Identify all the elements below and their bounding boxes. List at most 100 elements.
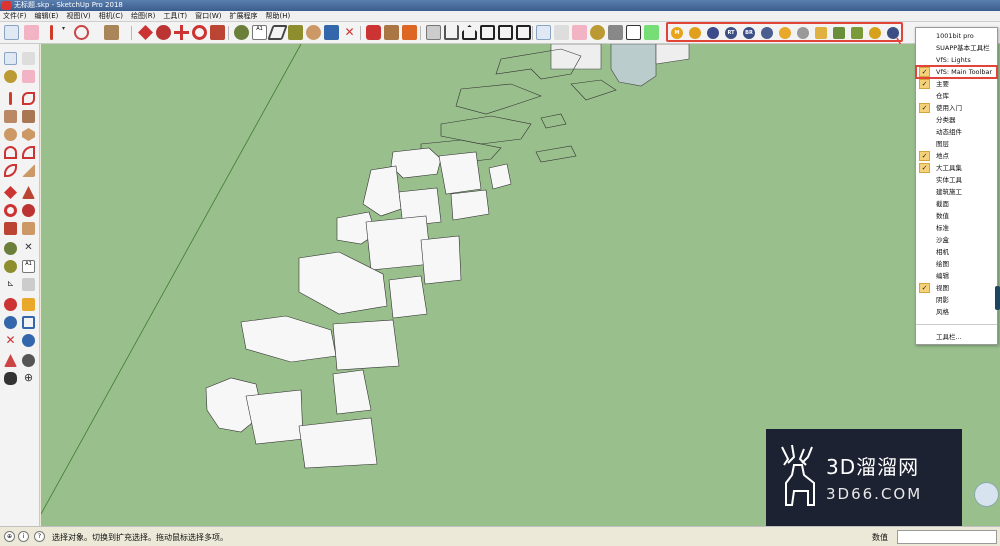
freehand-icon[interactable] <box>22 92 35 105</box>
orbit-icon[interactable] <box>4 298 17 311</box>
vfs-mesh-icon[interactable] <box>851 27 863 39</box>
menu-item[interactable]: ✓ 主要 <box>916 78 997 90</box>
rotate-icon[interactable] <box>4 204 17 217</box>
scenes-icon[interactable] <box>626 25 641 40</box>
circle-icon[interactable] <box>4 128 17 141</box>
polygon-icon[interactable] <box>22 128 35 141</box>
measurements-input[interactable] <box>897 530 997 544</box>
zoom-extents-icon[interactable]: ✕ <box>4 334 17 347</box>
menu-view[interactable]: 视图(V) <box>66 11 90 22</box>
menu-item[interactable]: 相机 <box>916 246 997 258</box>
menu-item[interactable]: VfS: Lights <box>916 54 997 66</box>
vfs-render-icon[interactable]: M <box>671 27 683 39</box>
arc-icon[interactable] <box>4 146 17 159</box>
menu-item[interactable]: 编辑 <box>916 270 997 282</box>
3d-text-icon[interactable] <box>22 278 35 291</box>
eraser-icon[interactable] <box>24 25 39 40</box>
menu-tools[interactable]: 工具(T) <box>163 11 187 22</box>
previous-view-icon[interactable] <box>22 334 35 347</box>
menu-item[interactable]: ✓ 大工具集 <box>916 162 997 174</box>
move-icon[interactable] <box>138 25 153 40</box>
layout-icon[interactable] <box>402 25 417 40</box>
menu-item[interactable]: ✓ 视图 <box>916 282 997 294</box>
pie-icon[interactable] <box>22 164 35 177</box>
menu-item[interactable]: ✓ 使用入门 <box>916 102 997 114</box>
select-icon[interactable] <box>4 52 17 65</box>
menu-item[interactable]: 沙盒 <box>916 234 997 246</box>
menu-item[interactable]: 绘图 <box>916 258 997 270</box>
menu-item[interactable]: 截面 <box>916 198 997 210</box>
vfs-options-icon[interactable] <box>707 27 719 39</box>
paint-icon[interactable] <box>590 25 605 40</box>
menu-item[interactable]: 动态组件 <box>916 126 997 138</box>
follow-me-icon[interactable] <box>156 25 171 40</box>
vfs-proxy-icon[interactable] <box>833 27 845 39</box>
push-pull-icon[interactable] <box>22 186 35 199</box>
position-camera-icon[interactable] <box>4 354 17 367</box>
push-pull-icon[interactable] <box>104 25 119 40</box>
rotated-rectangle-icon[interactable] <box>22 110 35 123</box>
rectangle-icon[interactable] <box>4 110 17 123</box>
vfs-sphere-icon[interactable] <box>797 27 809 39</box>
tape-measure-icon[interactable] <box>234 25 249 40</box>
two-point-arc-icon[interactable] <box>22 146 35 159</box>
credits-icon[interactable]: i <box>18 531 29 542</box>
vfs-tag-icon[interactable] <box>689 27 701 39</box>
menu-item[interactable]: 标准 <box>916 222 997 234</box>
look-around-icon[interactable] <box>22 354 35 367</box>
menu-item-vfs-main-toolbar[interactable]: ✓ VfS: Main Toolbar <box>915 65 998 79</box>
menu-file[interactable]: 文件(F) <box>3 11 27 22</box>
text-icon[interactable]: A1 <box>252 25 267 40</box>
menu-help[interactable]: 帮助(H) <box>265 11 290 22</box>
menu-edit[interactable]: 编辑(E) <box>35 11 59 22</box>
make-component-icon[interactable] <box>554 25 569 40</box>
protractor-icon[interactable] <box>4 260 17 273</box>
instructor-icon[interactable]: ? <box>34 531 45 542</box>
menu-item[interactable]: 阴影 <box>916 294 997 306</box>
side-tab[interactable] <box>995 286 1000 310</box>
three-point-arc-icon[interactable] <box>4 164 17 177</box>
chevron-down-icon[interactable]: ▾ <box>62 25 70 40</box>
chat-assistant-icon[interactable] <box>974 482 999 507</box>
right-view-icon[interactable] <box>498 25 513 40</box>
menu-draw[interactable]: 绘图(R) <box>131 11 155 22</box>
text-icon[interactable]: A1 <box>22 260 35 273</box>
menu-item[interactable]: SUAPP基本工具栏 <box>916 42 997 54</box>
back-view-icon[interactable] <box>516 25 531 40</box>
menu-item[interactable]: 分类器 <box>916 114 997 126</box>
paint-bucket-icon[interactable] <box>4 70 17 83</box>
section-plane-icon[interactable]: ⊕ <box>22 372 35 385</box>
walk-icon[interactable] <box>4 372 17 385</box>
menu-camera[interactable]: 相机(C) <box>99 11 123 22</box>
tape-measure-icon[interactable] <box>4 242 17 255</box>
geo-location-icon[interactable]: ⊕ <box>4 531 15 542</box>
scale-icon[interactable] <box>4 222 17 235</box>
eraser-icon[interactable] <box>22 70 35 83</box>
orbit-icon[interactable] <box>608 25 623 40</box>
vfs-material-icon[interactable] <box>779 27 791 39</box>
rotate-icon[interactable] <box>192 25 207 40</box>
zoom-window-icon[interactable] <box>22 316 35 329</box>
move-icon[interactable] <box>4 186 17 199</box>
menu-item[interactable]: 1001bit pro <box>916 30 997 42</box>
vfs-sun-icon[interactable] <box>869 27 881 39</box>
menu-item-toolbars[interactable]: 工具栏... <box>916 331 997 343</box>
geo-icon[interactable] <box>644 25 659 40</box>
shape-icon[interactable] <box>74 25 89 40</box>
vfs-help-icon[interactable] <box>761 27 773 39</box>
follow-me-icon[interactable] <box>22 204 35 217</box>
zoom-icon[interactable] <box>4 316 17 329</box>
line-icon[interactable] <box>9 92 12 105</box>
dimension-icon[interactable]: ✕ <box>22 242 35 255</box>
dimension-icon[interactable] <box>288 25 303 40</box>
pencil-icon[interactable] <box>50 25 53 40</box>
front-view-icon[interactable] <box>480 25 495 40</box>
select-tool-icon[interactable] <box>536 25 551 40</box>
axes-icon[interactable]: ⊾ <box>4 278 17 291</box>
extension-warehouse-icon[interactable] <box>384 25 399 40</box>
eraser-tool-icon[interactable] <box>572 25 587 40</box>
vfs-rt-icon[interactable]: RT <box>725 27 737 39</box>
iso-view-icon[interactable] <box>426 25 441 40</box>
menu-item[interactable]: 风格 <box>916 306 997 318</box>
zoom-icon[interactable] <box>324 25 339 40</box>
